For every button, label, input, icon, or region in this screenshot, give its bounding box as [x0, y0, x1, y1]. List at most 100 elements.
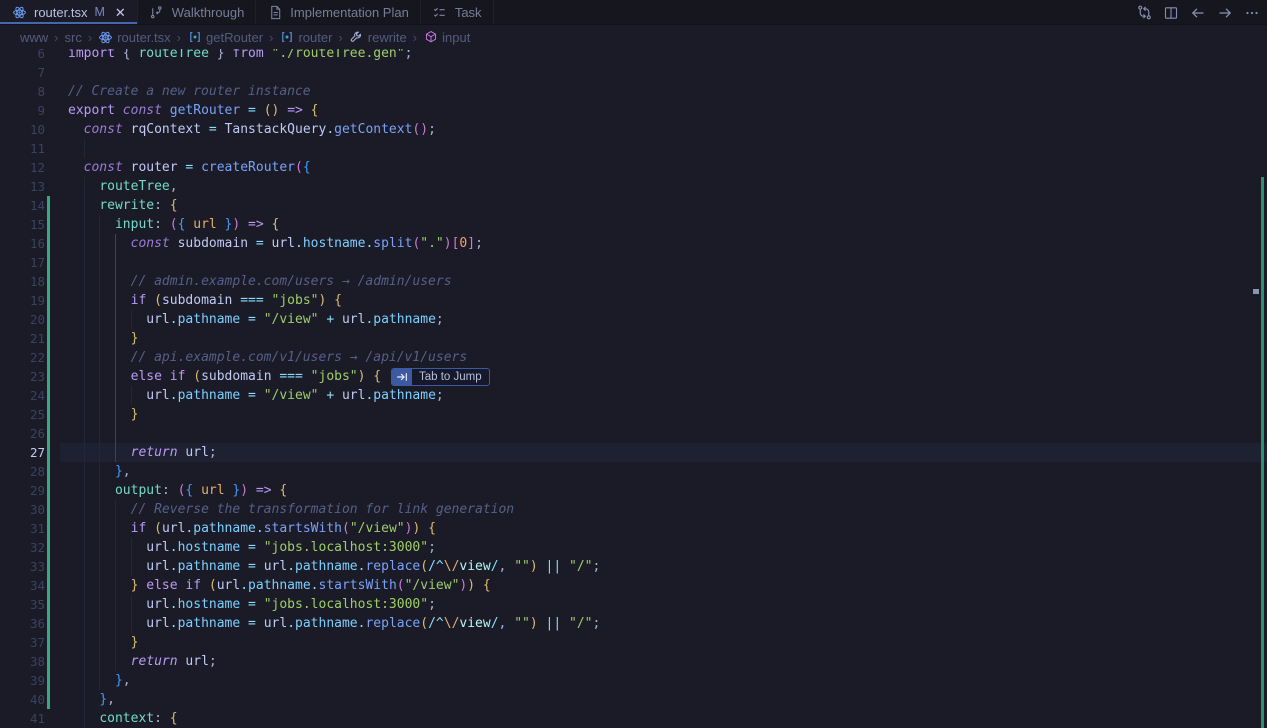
arrow-left-icon[interactable] [1189, 4, 1207, 22]
line-number: 40 [29, 692, 45, 707]
code-editor[interactable]: 6 import { routeTree } from "./routeTree.… [0, 49, 1267, 728]
code-text: if (url.pathname.startsWith("/view")) { [130, 521, 436, 536]
line-number: 25 [29, 407, 45, 422]
tab-implementation-plan[interactable]: Implementation Plan [256, 0, 421, 24]
git-added-indicator [47, 215, 50, 234]
line-number: 32 [29, 540, 45, 555]
code-line-9[interactable]: 9 export const getRouter = () => { [0, 101, 1267, 120]
code-line-26[interactable]: 26 [0, 424, 1267, 443]
breadcrumb-item-src[interactable]: src [65, 30, 82, 45]
code-line-6[interactable]: 6 import { routeTree } from "./routeTree.… [0, 49, 1267, 63]
code-line-23[interactable]: 23 else if (subdomain === "jobs") {Tab t… [0, 367, 1267, 386]
code-line-32[interactable]: 32 url.hostname = "jobs.localhost:3000"; [0, 538, 1267, 557]
line-number: 29 [29, 483, 45, 498]
code-text: } [130, 635, 139, 650]
code-line-17[interactable]: 17 [0, 253, 1267, 272]
breadcrumb-item-getrouter[interactable]: getRouter [187, 30, 263, 45]
code-text: // api.example.com/v1/users → /api/v1/us… [130, 350, 468, 365]
code-line-13[interactable]: 13 routeTree, [0, 177, 1267, 196]
code-line-16[interactable]: 16 const subdomain = url.hostname.split(… [0, 234, 1267, 253]
git-added-indicator [47, 519, 50, 538]
code-text: import { routeTree } from "./routeTree.g… [68, 49, 413, 61]
breadcrumb-label: input [442, 29, 471, 45]
code-text: // Create a new router instance [68, 84, 311, 99]
tab-label: Walkthrough [171, 4, 245, 20]
code-line-12[interactable]: 12 const router = createRouter({ [0, 158, 1267, 177]
arrow-right-icon[interactable] [1216, 4, 1234, 22]
close-icon[interactable]: ✕ [115, 6, 126, 19]
git-added-indicator [47, 500, 50, 519]
code-line-31[interactable]: 31 if (url.pathname.startsWith("/view"))… [0, 519, 1267, 538]
code-line-33[interactable]: 33 url.pathname = url.pathname.replace(/… [0, 557, 1267, 576]
code-line-29[interactable]: 29 output: ({ url }) => { [0, 481, 1267, 500]
symbol-constant-icon [187, 30, 202, 45]
code-line-25[interactable]: 25 } [0, 405, 1267, 424]
breadcrumb-item-www[interactable]: www [20, 30, 48, 45]
code-line-11[interactable]: 11 [0, 139, 1267, 158]
code-line-28[interactable]: 28 }, [0, 462, 1267, 481]
code-text: return url; [130, 445, 217, 460]
breadcrumb-item-router-tsx[interactable]: router.tsx [98, 30, 171, 45]
git-added-indicator [47, 196, 50, 215]
code-text: } [130, 331, 139, 346]
line-number: 33 [29, 559, 45, 574]
line-number: 19 [29, 293, 45, 308]
code-line-8[interactable]: 8 // Create a new router instance [0, 82, 1267, 101]
git-added-indicator [47, 576, 50, 595]
git-added-indicator [47, 462, 50, 481]
code-line-24[interactable]: 24 url.pathname = "/view" + url.pathname… [0, 386, 1267, 405]
code-line-30[interactable]: 30 // Reverse the transformation for lin… [0, 500, 1267, 519]
code-line-38[interactable]: 38 return url; [0, 652, 1267, 671]
git-added-indicator [47, 652, 50, 671]
code-line-19[interactable]: 19 if (subdomain === "jobs") { [0, 291, 1267, 310]
tab-task[interactable]: Task [420, 0, 494, 24]
git-added-indicator [47, 234, 50, 253]
code-line-39[interactable]: 39 }, [0, 671, 1267, 690]
code-line-15[interactable]: 15 input: ({ url }) => { [0, 215, 1267, 234]
split-editor-icon[interactable] [1162, 4, 1180, 22]
code-text: export const getRouter = () => { [68, 103, 319, 118]
code-line-14[interactable]: 14 rewrite: { [0, 196, 1267, 215]
line-number: 36 [29, 616, 45, 631]
code-line-41[interactable]: 41 context: { [0, 709, 1267, 728]
code-text: } [130, 407, 139, 422]
code-text: return url; [130, 654, 217, 669]
react-icon [11, 4, 27, 20]
code-text: input: ({ url }) => { [114, 217, 280, 232]
code-line-36[interactable]: 36 url.pathname = url.pathname.replace(/… [0, 614, 1267, 633]
code-line-27[interactable]: 27 return url; [0, 443, 1267, 462]
line-number: 21 [29, 331, 45, 346]
code-line-18[interactable]: 18 // admin.example.com/users → /admin/u… [0, 272, 1267, 291]
line-number: 35 [29, 597, 45, 612]
breadcrumb-item-rewrite[interactable]: rewrite [349, 30, 407, 45]
tab-jump-icon [392, 369, 412, 385]
breadcrumb-label: src [64, 29, 82, 45]
more-actions-icon[interactable] [1243, 4, 1261, 22]
line-number: 12 [29, 160, 45, 175]
breadcrumb-item-router[interactable]: router [279, 30, 332, 45]
code-text: context: { [99, 711, 178, 726]
git-added-indicator [47, 405, 50, 424]
code-line-34[interactable]: 34 } else if (url.pathname.startsWith("/… [0, 576, 1267, 595]
code-line-37[interactable]: 37 } [0, 633, 1267, 652]
overview-ruler[interactable] [1253, 98, 1267, 728]
compare-changes-icon[interactable] [1135, 4, 1153, 22]
breadcrumb-item-input[interactable]: input [423, 30, 470, 45]
line-number: 20 [29, 312, 45, 327]
tab-router-tsx[interactable]: router.tsx M ✕ [0, 0, 138, 24]
code-line-35[interactable]: 35 url.hostname = "jobs.localhost:3000"; [0, 595, 1267, 614]
git-added-indicator [47, 367, 50, 386]
code-text: rewrite: { [99, 198, 178, 213]
inline-suggestion-hint: Tab to Jump [391, 368, 490, 386]
line-number: 26 [29, 426, 45, 441]
code-line-7[interactable]: 7 [0, 63, 1267, 82]
git-added-indicator [47, 443, 50, 462]
code-line-21[interactable]: 21 } [0, 329, 1267, 348]
line-number: 22 [29, 350, 45, 365]
code-line-22[interactable]: 22 // api.example.com/v1/users → /api/v1… [0, 348, 1267, 367]
code-line-10[interactable]: 10 const rqContext = TanstackQuery.getCo… [0, 120, 1267, 139]
editor-tab-bar: router.tsx M ✕ Walkthrough Implementation Pl… [0, 0, 1267, 25]
code-line-20[interactable]: 20 url.pathname = "/view" + url.pathname… [0, 310, 1267, 329]
code-line-40[interactable]: 40 }, [0, 690, 1267, 709]
tab-walkthrough[interactable]: Walkthrough [137, 0, 257, 24]
